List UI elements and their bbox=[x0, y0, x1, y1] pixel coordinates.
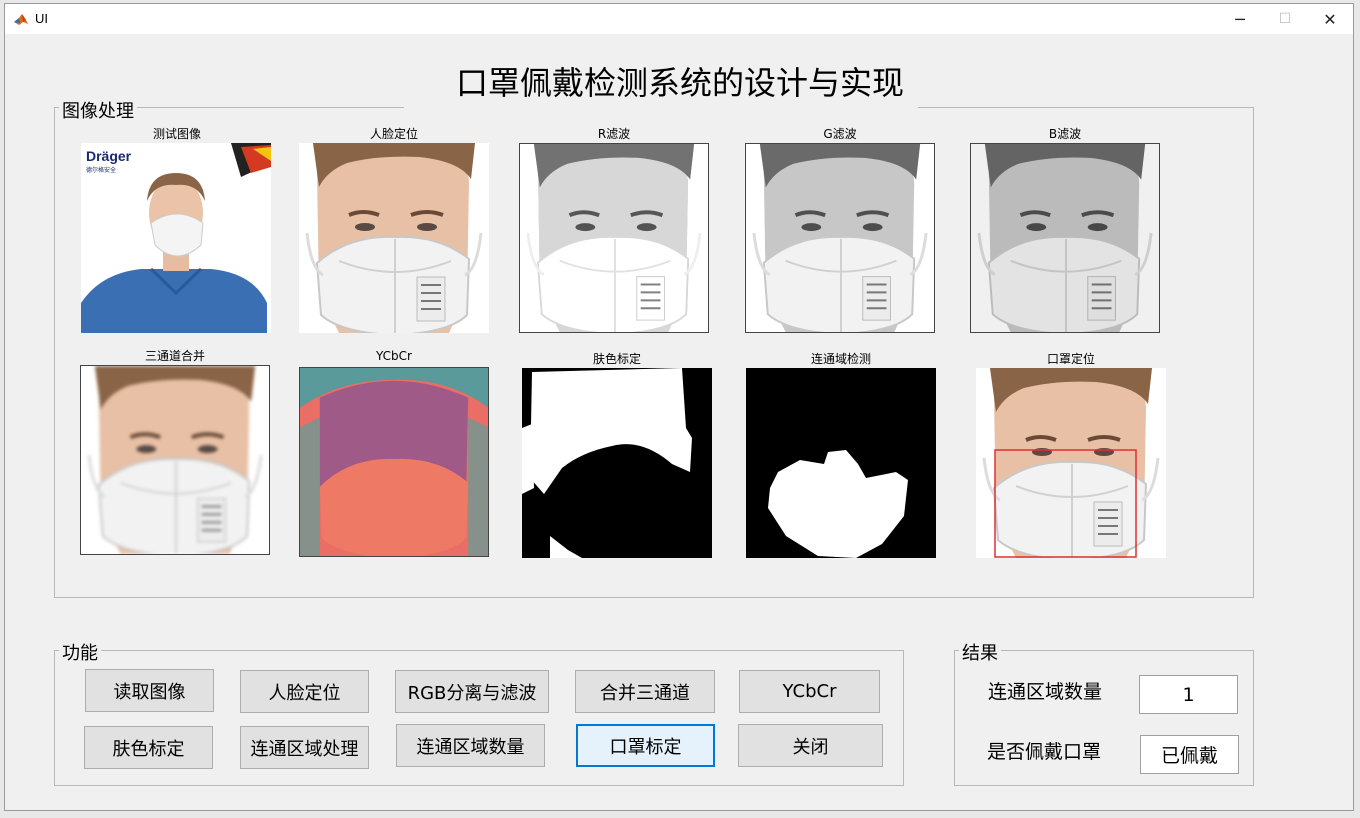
axis-caption-test-image: 测试图像 bbox=[152, 127, 201, 141]
mask-status-field[interactable]: 已佩戴 bbox=[1140, 735, 1239, 774]
axis-caption-face-location: 人脸定位 bbox=[369, 127, 418, 141]
axis-caption-merge: 三通道合并 bbox=[144, 349, 205, 363]
axis-caption-r-filter: R滤波 bbox=[597, 127, 631, 141]
maximize-button[interactable]: ☐ bbox=[1262, 4, 1308, 34]
face-crop-gray-r bbox=[520, 144, 708, 332]
ycbcr-axis bbox=[299, 367, 489, 557]
face-crop-with-mask-box bbox=[976, 368, 1166, 558]
mask-location-axis bbox=[976, 368, 1166, 558]
axis-caption-b-filter: B滤波 bbox=[1048, 127, 1082, 141]
close-window-button[interactable]: ✕ bbox=[1307, 4, 1353, 34]
brand-logo-text: Dräger bbox=[86, 148, 132, 164]
merge-channels-button[interactable]: 合并三通道 bbox=[575, 670, 715, 713]
face-crop-gray-b bbox=[971, 144, 1159, 332]
mask-status-label: 是否佩戴口罩 bbox=[987, 741, 1102, 763]
skin-mask-binary bbox=[522, 368, 712, 558]
region-count-field[interactable]: 1 bbox=[1139, 675, 1238, 714]
functions-panel-title: 功能 bbox=[59, 639, 101, 665]
page-title: 口罩佩戴检测系统的设计与实现 bbox=[455, 64, 904, 102]
face-location-axis bbox=[299, 143, 489, 333]
window-title: UI bbox=[35, 11, 48, 26]
skin-calibration-button[interactable]: 肤色标定 bbox=[84, 726, 213, 769]
results-panel-title: 结果 bbox=[959, 639, 1001, 665]
axis-caption-g-filter: G滤波 bbox=[823, 127, 857, 141]
original-photo: Dräger 德尔格安全 bbox=[81, 143, 271, 333]
axis-caption-mask-location: 口罩定位 bbox=[1046, 352, 1095, 366]
skin-calibration-axis bbox=[522, 368, 712, 558]
face-crop-merged bbox=[81, 366, 269, 554]
connected-region-binary bbox=[746, 368, 936, 558]
face-crop-ycbcr bbox=[300, 368, 488, 556]
mask-calibration-button[interactable]: 口罩标定 bbox=[576, 724, 715, 767]
rgb-split-filter-button[interactable]: RGB分离与滤波 bbox=[395, 670, 549, 713]
title-bar: UI ─ ☐ ✕ bbox=[5, 4, 1353, 34]
ycbcr-button[interactable]: YCbCr bbox=[739, 670, 880, 713]
axis-caption-skin: 肤色标定 bbox=[592, 352, 641, 366]
close-button[interactable]: 关闭 bbox=[738, 724, 883, 767]
region-count-button[interactable]: 连通区域数量 bbox=[396, 724, 545, 767]
face-crop-gray-g bbox=[746, 144, 934, 332]
merge-axis bbox=[80, 365, 270, 555]
connected-region-axis bbox=[746, 368, 936, 558]
face-location-button[interactable]: 人脸定位 bbox=[240, 670, 369, 713]
matlab-icon bbox=[14, 14, 28, 25]
axis-caption-connected: 连通域检测 bbox=[810, 352, 871, 366]
region-processing-button[interactable]: 连通区域处理 bbox=[240, 726, 369, 769]
region-count-label: 连通区域数量 bbox=[988, 681, 1103, 703]
brand-logo-subtext: 德尔格安全 bbox=[86, 166, 116, 174]
b-filter-axis bbox=[970, 143, 1160, 333]
g-filter-axis bbox=[745, 143, 935, 333]
test-image-axis: Dräger 德尔格安全 bbox=[81, 143, 271, 333]
minimize-button[interactable]: ─ bbox=[1217, 4, 1263, 34]
read-image-button[interactable]: 读取图像 bbox=[85, 669, 214, 712]
face-crop-color bbox=[299, 143, 489, 333]
axis-caption-ycbcr: YCbCr bbox=[376, 349, 412, 363]
r-filter-axis bbox=[519, 143, 709, 333]
